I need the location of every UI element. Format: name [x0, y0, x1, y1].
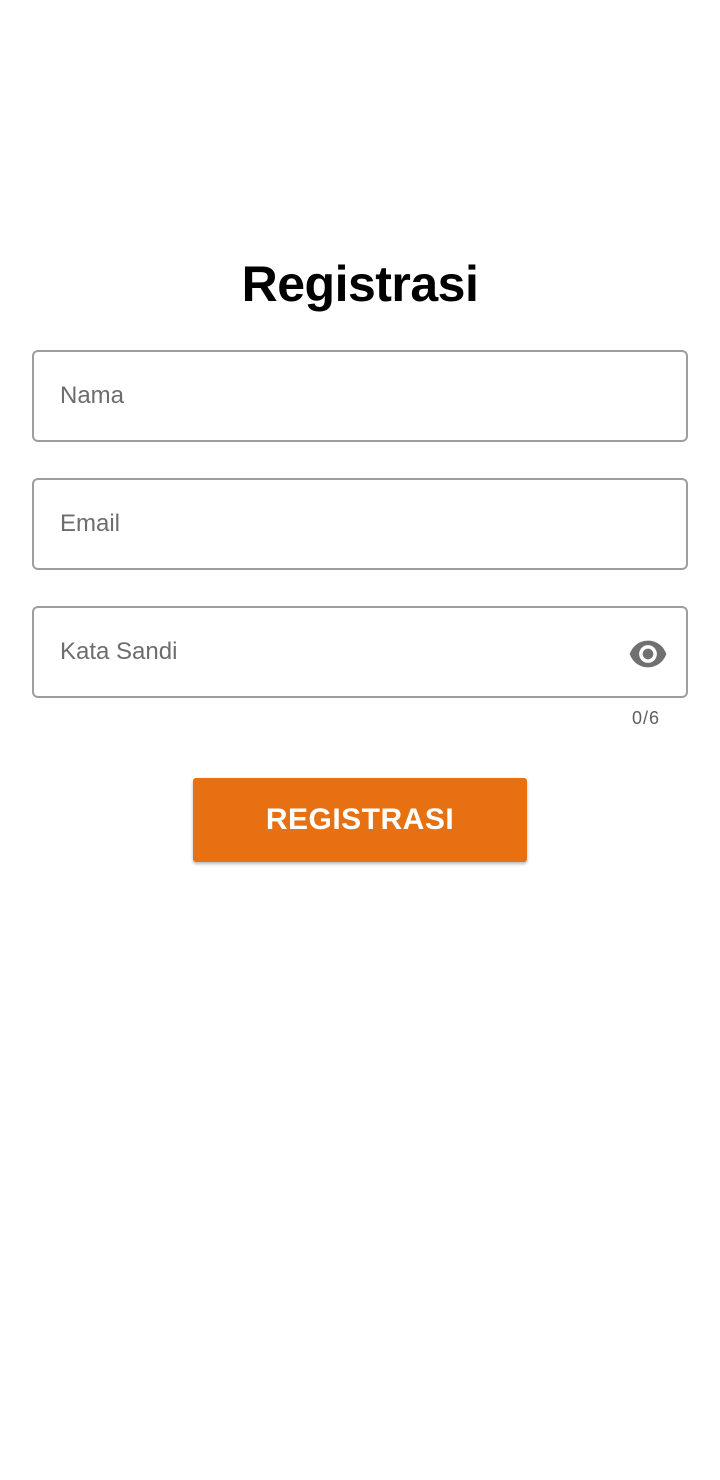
page-title: Registrasi [241, 256, 479, 312]
password-field[interactable] [32, 606, 688, 698]
eye-icon[interactable] [628, 634, 668, 674]
email-input[interactable] [60, 480, 620, 568]
name-field[interactable] [32, 350, 688, 442]
registration-screen: Registrasi 0/6 REGISTRASI [0, 0, 720, 1480]
password-input[interactable] [60, 608, 620, 696]
name-input[interactable] [60, 352, 620, 440]
register-button[interactable]: REGISTRASI [193, 778, 527, 862]
password-char-counter: 0/6 [631, 708, 660, 728]
email-field[interactable] [32, 478, 688, 570]
